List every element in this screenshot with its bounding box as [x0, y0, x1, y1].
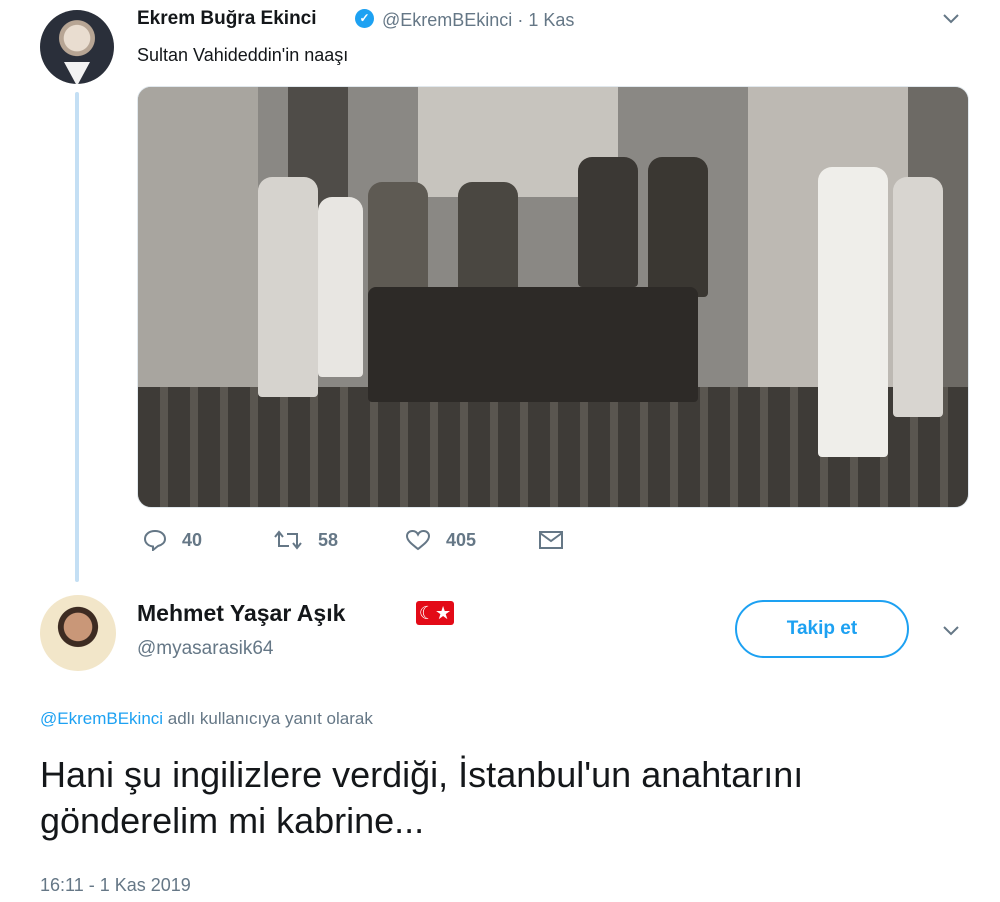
message-action[interactable] [538, 529, 564, 551]
date-separator: · [517, 10, 524, 30]
turkish-flag-icon: ☾★ [416, 601, 454, 625]
chevron-down-icon[interactable] [942, 620, 960, 643]
replying-to: @EkremBEkinci adlı kullanıcıya yanıt ola… [40, 709, 373, 729]
like-action[interactable]: 405 [405, 529, 476, 551]
author-handle-and-date[interactable]: @EkremBEkinci · 1 Kas [382, 10, 574, 31]
reply-icon [143, 530, 167, 553]
author-name[interactable]: Ekrem Buğra Ekinci [137, 8, 317, 30]
chevron-down-icon[interactable] [942, 8, 960, 31]
verified-badge-icon: ✓ [355, 9, 374, 28]
retweet-count: 58 [318, 529, 339, 550]
thread-line [75, 92, 79, 582]
author-avatar[interactable] [40, 10, 114, 84]
like-count: 405 [446, 529, 477, 550]
tweet-photo[interactable] [137, 86, 969, 508]
like-icon [405, 530, 431, 551]
reply-action[interactable]: 40 [143, 529, 203, 553]
reply-author-name[interactable]: Mehmet Yaşar Aşık [137, 600, 345, 627]
reply-timestamp[interactable]: 16:11 - 1 Kas 2019 [40, 875, 191, 896]
follow-button[interactable]: Takip et [735, 600, 909, 658]
retweet-action[interactable]: 58 [273, 529, 338, 551]
replying-to-suffix: adlı kullanıcıya yanıt olarak [163, 709, 373, 728]
retweet-icon [274, 530, 302, 550]
replying-to-handle[interactable]: @EkremBEkinci [40, 709, 163, 728]
message-icon [539, 531, 563, 550]
author-handle[interactable]: @EkremBEkinci [382, 10, 512, 30]
reply-text: Hani şu ingilizlere verdiği, İstanbul'un… [40, 754, 804, 841]
reply-count: 40 [182, 529, 203, 550]
reply-author-handle[interactable]: @myasarasik64 [137, 638, 274, 660]
tweet-date[interactable]: 1 Kas [528, 10, 574, 30]
reply-author-avatar[interactable] [40, 595, 116, 671]
tweet-text: Sultan Vahideddin'in naaşı [137, 45, 349, 65]
